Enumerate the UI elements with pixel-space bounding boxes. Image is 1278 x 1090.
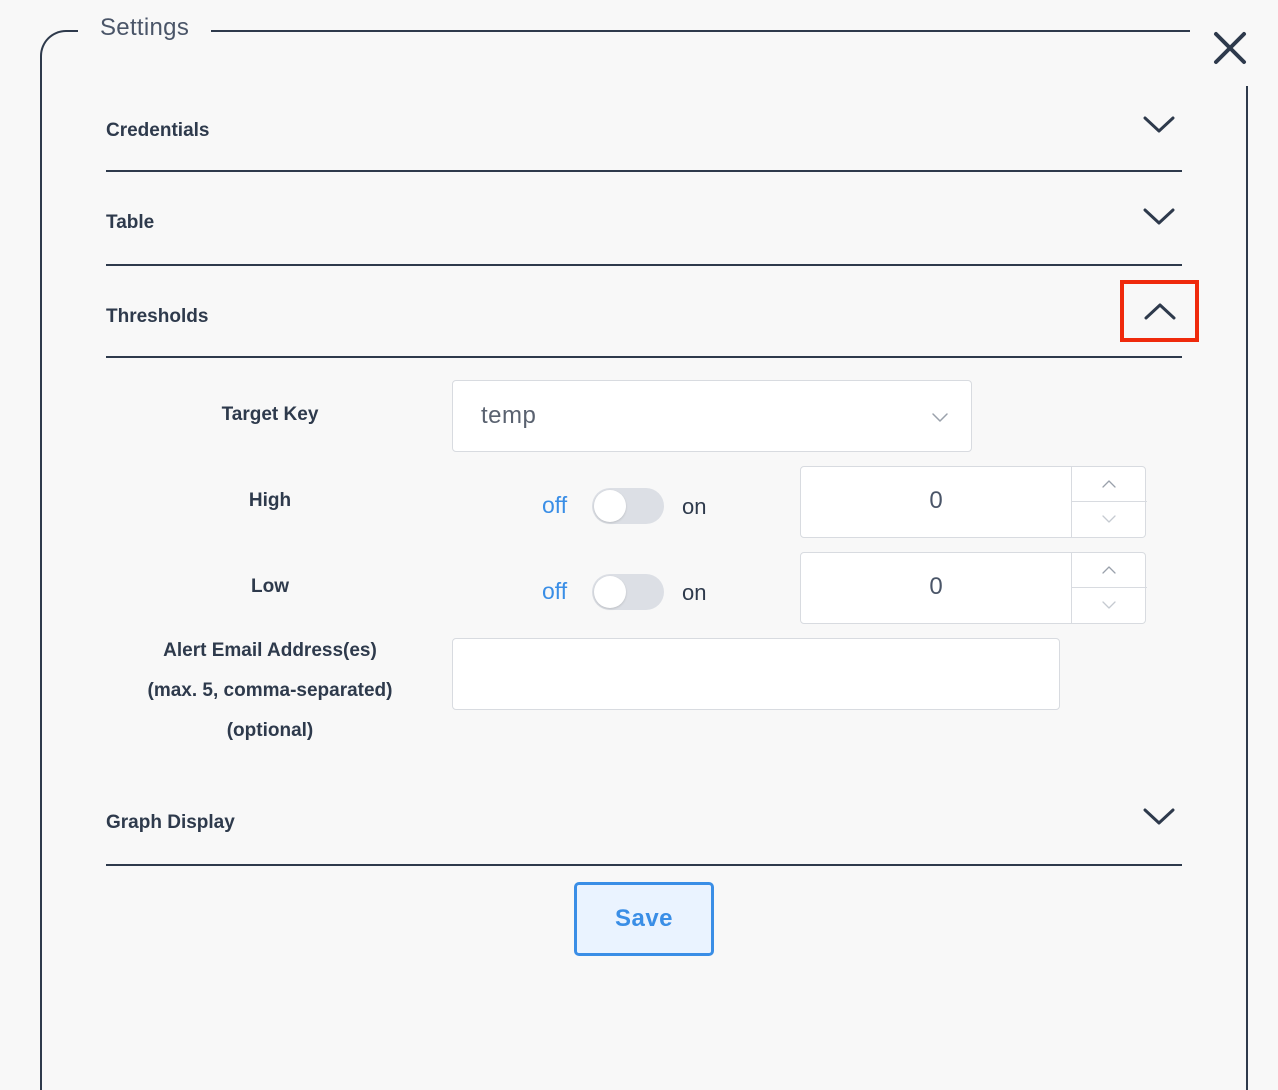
close-icon <box>1214 32 1246 64</box>
high-increment-button[interactable] <box>1072 467 1147 502</box>
low-off-label: off <box>542 578 568 604</box>
target-key-value: temp <box>481 402 537 429</box>
high-stepper <box>1071 467 1147 537</box>
email-label-line1: Alert Email Address(es) <box>163 640 377 661</box>
close-button[interactable] <box>1208 26 1252 70</box>
low-number-input[interactable]: 0 <box>800 552 1147 624</box>
low-stepper <box>1071 553 1147 623</box>
section-table[interactable]: Table <box>106 172 1182 266</box>
chevron-down-icon[interactable] <box>1142 806 1176 828</box>
high-on-label: on <box>682 494 707 519</box>
save-button[interactable]: Save <box>574 882 714 956</box>
section-graph-display-title: Graph Display <box>106 812 235 833</box>
high-off-label: off <box>542 492 568 518</box>
email-field-wrapper <box>452 638 1060 710</box>
low-value: 0 <box>929 573 943 600</box>
chevron-down-icon <box>1102 601 1116 609</box>
high-decrement-button[interactable] <box>1072 502 1147 537</box>
low-decrement-button[interactable] <box>1072 588 1147 623</box>
target-key-label: Target Key <box>221 404 319 425</box>
section-thresholds-title: Thresholds <box>106 306 209 327</box>
target-key-select[interactable]: temp <box>452 380 972 452</box>
high-number-input[interactable]: 0 <box>800 466 1147 538</box>
high-toggle[interactable] <box>592 488 664 524</box>
dialog-title: Settings <box>78 14 212 42</box>
section-table-title: Table <box>106 212 155 233</box>
low-label: Low <box>251 576 289 597</box>
low-toggle[interactable] <box>592 574 664 610</box>
email-field[interactable] <box>453 639 1059 709</box>
section-graph-display[interactable]: Graph Display <box>106 772 1182 866</box>
email-label-line2: (max. 5, comma-separated) <box>147 680 393 701</box>
section-credentials[interactable]: Credentials <box>106 90 1182 172</box>
chevron-down-icon <box>932 413 948 422</box>
chevron-down-icon[interactable] <box>1142 206 1176 228</box>
chevron-down-icon <box>1102 515 1116 523</box>
highlight-box <box>1120 280 1199 342</box>
chevron-up-icon <box>1102 566 1116 574</box>
toggle-knob <box>594 576 626 608</box>
section-credentials-title: Credentials <box>106 120 210 141</box>
high-label: High <box>248 490 292 511</box>
high-value: 0 <box>929 487 943 514</box>
low-increment-button[interactable] <box>1072 553 1147 588</box>
section-thresholds[interactable]: Thresholds <box>106 266 1182 358</box>
toggle-knob <box>594 490 626 522</box>
chevron-down-icon[interactable] <box>1142 114 1176 136</box>
low-on-label: on <box>682 580 707 605</box>
chevron-up-icon <box>1102 480 1116 488</box>
email-label-line3: (optional) <box>226 720 314 741</box>
